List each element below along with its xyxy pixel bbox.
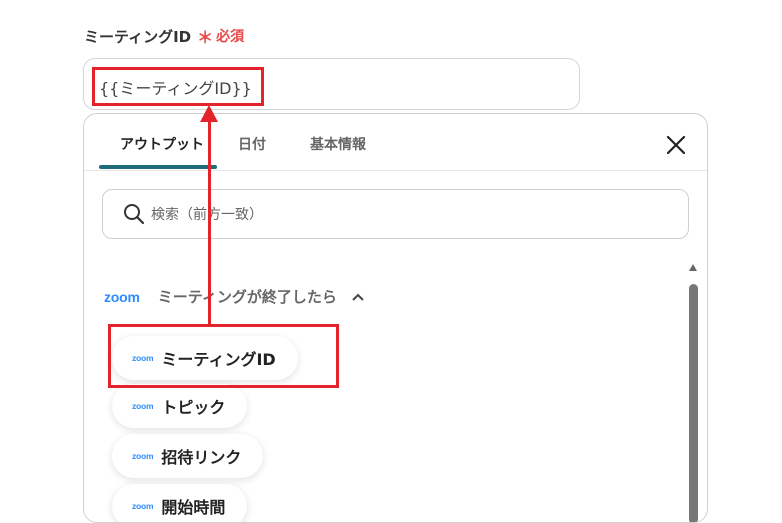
picker-tabs: アウトプット 日付 基本情報	[84, 114, 707, 171]
search-placeholder: 検索（前方一致）	[151, 207, 263, 223]
list-item-label: ミーティングID	[161, 350, 276, 369]
list-item-meeting-id[interactable]: zoom ミーティングID	[112, 336, 298, 380]
zoom-logo: zoom	[132, 501, 154, 511]
annotation-arrow-head	[200, 105, 218, 122]
list-item-invite-link[interactable]: zoom 招待リンク	[112, 434, 264, 478]
search-icon	[124, 204, 145, 225]
scroll-thumb[interactable]	[689, 284, 698, 522]
search-input[interactable]: 検索（前方一致）	[102, 189, 689, 239]
group-header-meeting-ended[interactable]: zoom ミーティングが終了したら	[104, 286, 365, 307]
required-text: 必須	[216, 29, 245, 45]
required-asterisk: ＊	[197, 28, 214, 47]
annotation-arrow-line	[208, 119, 211, 325]
variable-picker-panel: アウトプット 日付 基本情報 検索（前方一致） zoom ミーティングが終了した…	[83, 113, 708, 523]
tab-basic-info[interactable]: 基本情報	[310, 134, 366, 154]
list-item-label: トピック	[161, 398, 226, 417]
chevron-up-icon[interactable]	[351, 292, 365, 302]
field-label-text: ミーティングID	[84, 27, 192, 46]
tab-output[interactable]: アウトプット	[120, 134, 204, 154]
meeting-id-input-value[interactable]: {{ミーティングID}}	[99, 75, 252, 99]
close-icon[interactable]	[662, 131, 690, 159]
zoom-logo: zoom	[132, 401, 154, 411]
scroll-up-arrow-icon[interactable]	[689, 264, 697, 271]
zoom-logo: zoom	[104, 288, 140, 305]
zoom-logo: zoom	[132, 353, 154, 363]
active-tab-indicator	[99, 165, 217, 169]
zoom-logo: zoom	[132, 451, 154, 461]
tab-date[interactable]: 日付	[238, 134, 266, 154]
group-title: ミーティングが終了したら	[157, 288, 337, 306]
field-label: ミーティングID ＊ 必須	[84, 24, 244, 48]
list-item-start-time[interactable]: zoom 開始時間	[112, 484, 248, 522]
list-item-label: 招待リンク	[161, 448, 242, 467]
list-item-label: 開始時間	[161, 498, 226, 517]
list-item-topic[interactable]: zoom トピック	[112, 384, 248, 428]
scrollbar[interactable]	[687, 264, 699, 522]
